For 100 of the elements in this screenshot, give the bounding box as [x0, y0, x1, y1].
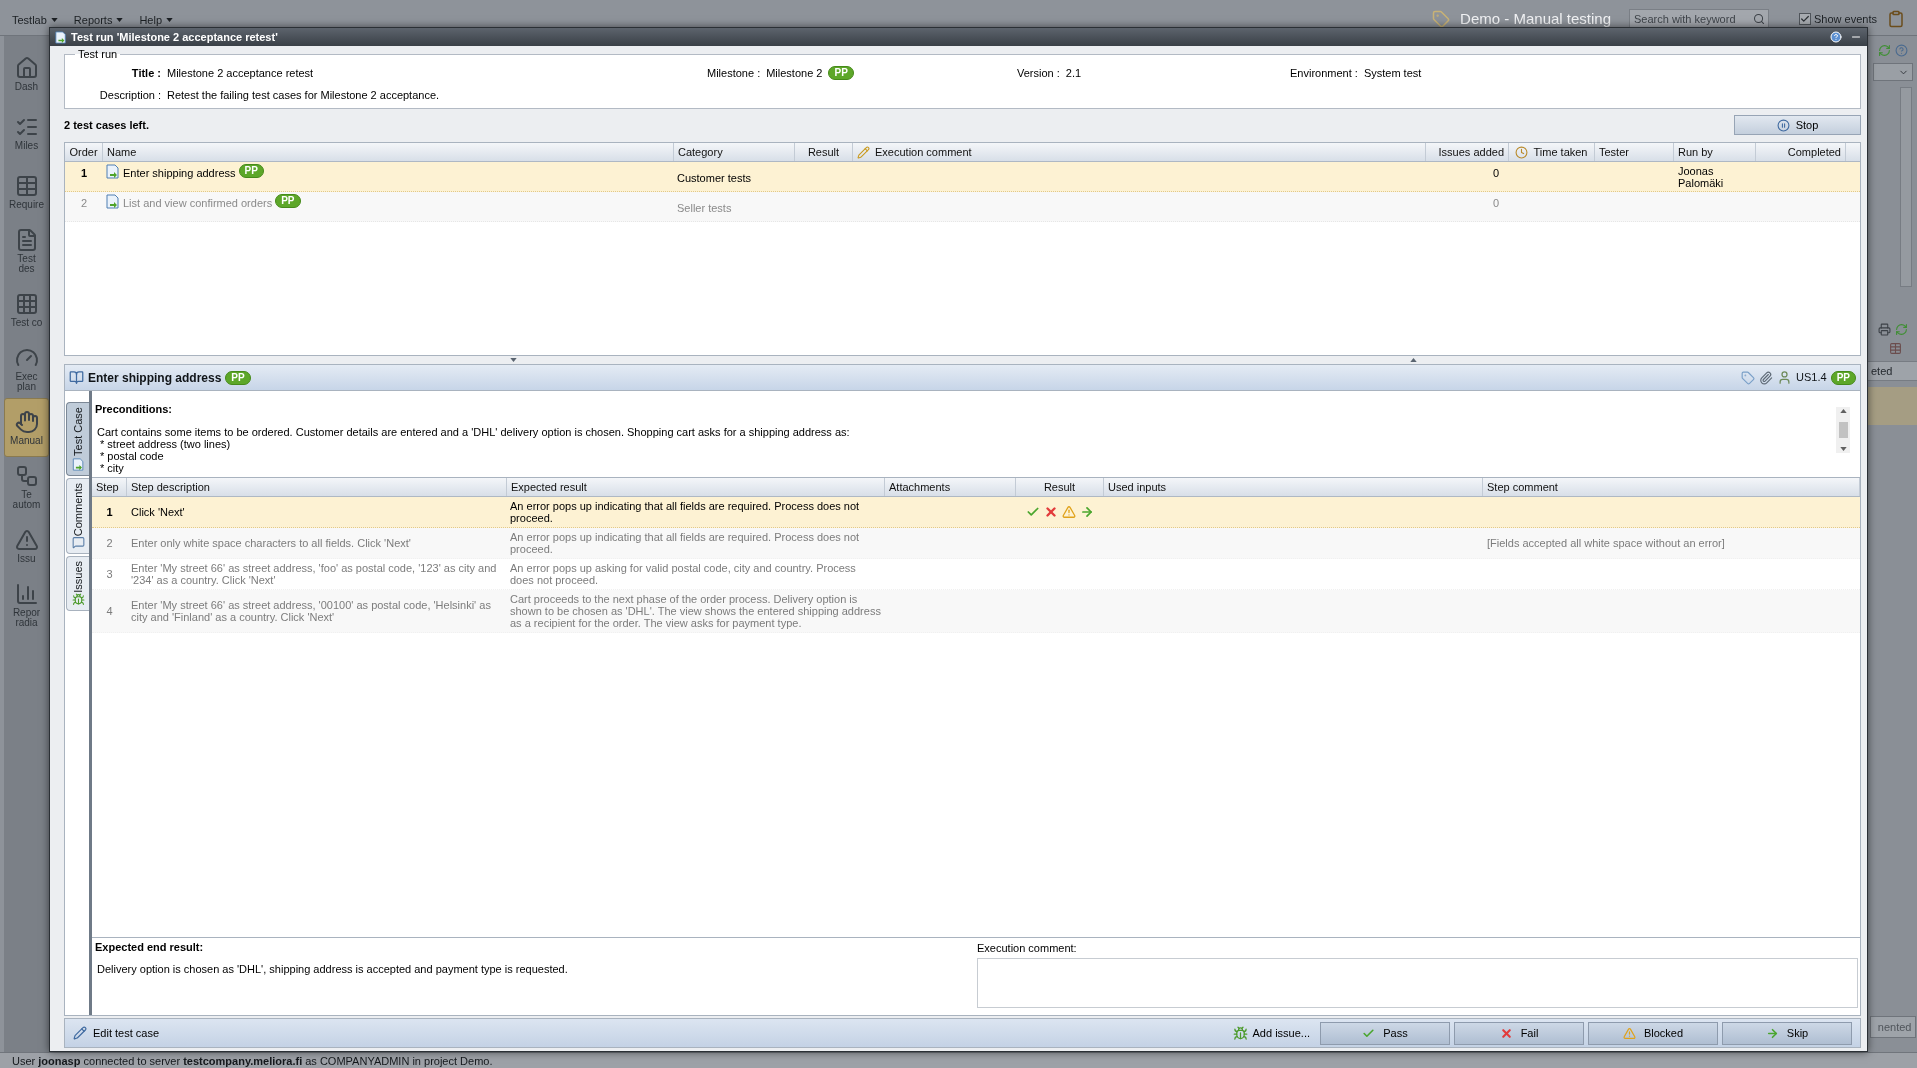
- checkbox[interactable]: [1799, 13, 1811, 26]
- caret-down-icon: [510, 358, 517, 362]
- column-header[interactable]: Completed: [1756, 143, 1846, 161]
- step-row[interactable]: [92, 590, 1860, 633]
- column-header[interactable]: Execution comment: [853, 143, 1426, 161]
- skip-button[interactable]: Skip: [1722, 1021, 1852, 1045]
- blocked-button[interactable]: Blocked: [1588, 1021, 1718, 1045]
- expected-end-result-text: Delivery option is chosen as 'DHL', shipping address is accepted and payment type is requested.: [96, 963, 569, 975]
- dialog-title: Test run 'Milestone 2 acceptance retest': [71, 29, 278, 45]
- warning-icon: [14, 527, 39, 552]
- table-row[interactable]: 1 Enter shipping address PP Customer tests 0 Joonas Palomäki: [65, 162, 1860, 192]
- table-icon: [14, 173, 39, 198]
- panel-legend: Test run: [75, 48, 121, 61]
- scrollbar[interactable]: [1899, 87, 1912, 287]
- column-header[interactable]: Expected result: [507, 478, 885, 496]
- fail-button[interactable]: Fail: [1454, 1021, 1584, 1045]
- side-tab[interactable]: Issues: [66, 556, 89, 611]
- table-cell-text: 1: [80, 166, 88, 181]
- tag-icon: [1432, 10, 1451, 29]
- table-cell-text: 0: [1492, 196, 1499, 211]
- column-header[interactable]: Step: [92, 478, 127, 496]
- execution-comment-field[interactable]: [977, 958, 1858, 1008]
- caret-down-icon: [166, 18, 173, 23]
- column-header[interactable]: Order: [65, 143, 103, 161]
- column-header: eted: [1868, 361, 1917, 381]
- add-issue-button[interactable]: Add issue...: [1232, 1024, 1310, 1042]
- clipboard-icon[interactable]: [1887, 10, 1905, 29]
- status-text: User joonasp connected to server testcompany.meliora.fi as COMPANYADMIN in project Demo.: [12, 1055, 493, 1068]
- column-header[interactable]: Name: [103, 143, 674, 161]
- column-header[interactable]: Step description: [127, 478, 507, 496]
- step-row[interactable]: 2 Enter only white space characters to all fields. Click 'Next' An error pops up indicating that all fields are required. Process does not proceed. [Fields accepted all white space without an error]: [92, 528, 1860, 559]
- check-icon[interactable]: [1026, 505, 1040, 519]
- column-header[interactable]: Issues added: [1426, 143, 1509, 161]
- field-label: Title :: [130, 65, 161, 81]
- precondition-line: * street address (two lines): [99, 438, 232, 450]
- warning-icon[interactable]: [1062, 505, 1076, 519]
- field-label: Execution comment:: [977, 942, 1078, 955]
- column-header[interactable]: Step comment: [1483, 478, 1860, 496]
- column-header[interactable]: Attachments: [885, 478, 1016, 496]
- field-label: Environment :: [1290, 65, 1358, 81]
- precondition-line: * postal code: [99, 450, 165, 462]
- section-heading: Expected end result:: [95, 941, 205, 954]
- side-tab[interactable]: Test Case: [66, 402, 89, 476]
- side-tab[interactable]: Comments: [66, 478, 89, 554]
- test-case-name[interactable]: Enter shipping address: [123, 164, 236, 182]
- field-value: 2.1: [1065, 65, 1082, 81]
- menu-item[interactable]: Testlab: [12, 12, 58, 29]
- sidebar-item[interactable]: Manual: [4, 398, 49, 457]
- field-value: Retest the failing test cases for Milestone 2 acceptance.: [167, 87, 440, 103]
- column-header[interactable]: Category: [674, 143, 795, 161]
- field-label: Description :: [98, 87, 161, 103]
- caret-down-icon: [116, 18, 124, 23]
- stop-button[interactable]: Stop: [1734, 115, 1861, 135]
- column-header[interactable]: Tester: [1595, 143, 1674, 161]
- pass-button[interactable]: Pass: [1320, 1021, 1450, 1045]
- table-cell-text: Enter 'My street 66' as street address, 'foo' as postal code, '123' as city and '234' as a country. Click 'Next': [131, 562, 498, 586]
- document-arrow-icon: [55, 30, 67, 44]
- cross-icon[interactable]: [1499, 1026, 1513, 1040]
- search-field[interactable]: Search with keyword: [1629, 9, 1769, 30]
- pp-badge: PP: [828, 66, 854, 80]
- table-row[interactable]: 2 List and view confirmed orders PP Seller tests 0: [65, 192, 1860, 222]
- warning-icon[interactable]: [1622, 1026, 1636, 1040]
- column-header[interactable]: Used inputs: [1104, 478, 1483, 496]
- printer-icon[interactable]: [1877, 323, 1891, 336]
- column-header[interactable]: Result: [795, 143, 853, 161]
- document-arrow-icon: [71, 458, 85, 471]
- field-label: Version :: [1017, 65, 1060, 81]
- table-cell-text: 2: [106, 535, 113, 551]
- table-cell-text: Enter 'My street 66' as street address, '00100' as postal code, 'Helsinki' as city and 'Finland' as a country. Click 'Next': [131, 599, 492, 623]
- scrollbar[interactable]: [1836, 407, 1850, 453]
- step-row[interactable]: 1 Click 'Next' An error pops up indicating that all fields are required. Process does not proceed.: [92, 497, 1860, 528]
- table-cell: Seller tests: [677, 202, 732, 214]
- arrow-right-icon[interactable]: [1765, 1026, 1779, 1040]
- scroll-thumb[interactable]: [1838, 422, 1848, 438]
- menu-item[interactable]: Help: [139, 12, 173, 29]
- document-arrow-icon: [106, 164, 120, 179]
- dropdown-field[interactable]: [1872, 63, 1913, 81]
- table-cell-text: An error pops up indicating that all fields are required. Process does not proceed.: [510, 500, 861, 524]
- user-icon[interactable]: [1777, 370, 1793, 385]
- check-icon[interactable]: [1362, 1026, 1376, 1040]
- pencil-icon: [857, 145, 870, 159]
- cross-icon[interactable]: [1044, 505, 1058, 519]
- tag-icon[interactable]: [1741, 370, 1756, 385]
- section-heading: Preconditions:: [95, 403, 173, 416]
- table-icon[interactable]: [1889, 342, 1902, 355]
- column-header[interactable]: Time taken: [1509, 143, 1595, 161]
- column-header[interactable]: Run by: [1674, 143, 1756, 161]
- workflow-icon: [14, 463, 39, 488]
- edit-test-case-button[interactable]: Edit test case: [73, 1024, 160, 1042]
- paperclip-icon[interactable]: [1759, 370, 1774, 385]
- menu-item[interactable]: Reports: [73, 12, 124, 29]
- caret-up-icon: [1410, 358, 1417, 362]
- pp-badge: PP: [238, 164, 264, 178]
- precondition-line: * city: [99, 462, 125, 474]
- column-header[interactable]: Result: [1016, 478, 1104, 496]
- document-arrow-icon: [106, 194, 120, 209]
- table-cell: Enter only white space characters to all fields. Click 'Next': [131, 537, 411, 549]
- table-cell-text: 1: [106, 504, 113, 520]
- cases-left-text: 2 test cases left.: [64, 117, 149, 133]
- reference-label: US1.4: [1796, 370, 1827, 386]
